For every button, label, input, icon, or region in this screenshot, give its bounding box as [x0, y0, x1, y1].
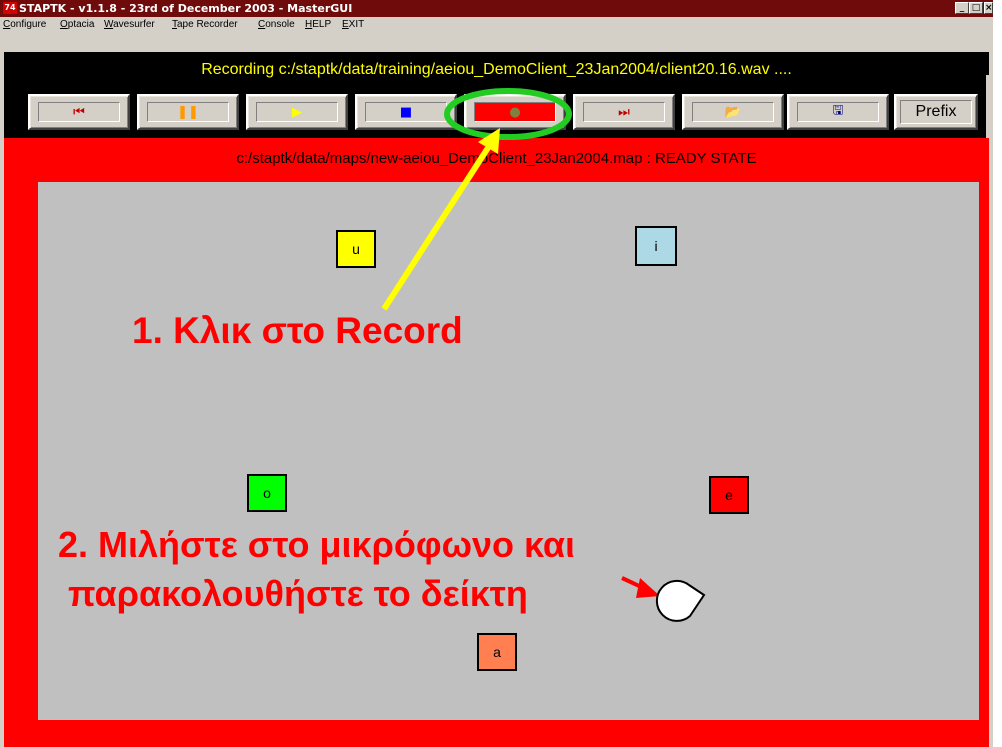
minimize-button[interactable]: _ [955, 2, 969, 14]
vowel-map-canvas[interactable]: u i o e a [38, 182, 979, 720]
vowel-a-label: a [493, 644, 501, 660]
play-button[interactable]: ▶ [246, 94, 348, 130]
rewind-button[interactable]: ⏮ [28, 94, 130, 130]
toolbar-scroll-handle[interactable] [986, 75, 993, 145]
prefix-label: Prefix [915, 103, 957, 120]
menu-configure[interactable]: Configure [3, 17, 46, 32]
vowel-u-label: u [352, 241, 360, 257]
tape-toolbar: ⏮ ❚❚ ▶ ■ ● ⏭ 📂 🖫 Prefix [4, 88, 989, 138]
menu-help[interactable]: HELP [305, 17, 331, 32]
skip-back-icon: ⏮ [73, 104, 85, 120]
step2-annotation-line2: παρακολουθήστε το δείκτη [68, 573, 528, 614]
vowel-e: e [709, 476, 749, 514]
stop-icon: ■ [399, 104, 413, 120]
vowel-o-label: o [263, 485, 271, 501]
vowel-e-label: e [725, 487, 733, 503]
menu-wavesurfer[interactable]: Wavesurfer [104, 17, 155, 32]
maximize-button[interactable]: □ [969, 2, 983, 14]
main-window: 74 STAPTK - v1.1.8 - 23rd of December 20… [0, 0, 993, 747]
map-status-line: c:/staptk/data/maps/new-aeiou_DemoClient… [4, 146, 989, 171]
pause-button[interactable]: ❚❚ [137, 94, 239, 130]
vowel-o: o [247, 474, 287, 512]
menu-exit[interactable]: EXIT [342, 17, 364, 32]
app-icon: 74 [3, 2, 17, 14]
menu-tape-recorder[interactable]: Tape Recorder [172, 17, 238, 32]
play-icon: ▶ [292, 104, 302, 120]
menu-optacia[interactable]: Optacia [60, 17, 94, 32]
menu-console[interactable]: Console [258, 17, 295, 32]
vowel-u: u [336, 230, 376, 268]
open-button[interactable]: 📂 [682, 94, 784, 130]
skip-forward-button[interactable]: ⏭ [573, 94, 675, 130]
save-button[interactable]: 🖫 [787, 94, 889, 130]
pause-icon: ❚❚ [177, 104, 199, 120]
title-bar[interactable]: 74 STAPTK - v1.1.8 - 23rd of December 20… [0, 0, 993, 17]
menu-bar: Configure Optacia Wavesurfer Tape Record… [0, 17, 993, 32]
open-folder-icon: 📂 [724, 104, 742, 120]
vowel-a: a [477, 633, 517, 671]
record-icon: ● [509, 104, 521, 120]
prefix-button[interactable]: Prefix [894, 94, 978, 130]
window-title: STAPTK - v1.1.8 - 23rd of December 2003 … [19, 2, 353, 15]
vowel-i-label: i [654, 238, 658, 254]
record-button[interactable]: ● [464, 94, 566, 130]
close-button[interactable]: × [984, 2, 993, 14]
step2-annotation-line1: 2. Μιλήστε στο μικρόφωνο και [58, 524, 576, 565]
recording-status: Recording c:/staptk/data/training/aeiou_… [4, 52, 989, 88]
save-disk-icon: 🖫 [832, 103, 844, 118]
stop-button[interactable]: ■ [355, 94, 457, 130]
step1-annotation: 1. Κλικ στο Record [132, 310, 463, 351]
skip-forward-icon: ⏭ [618, 104, 630, 120]
vowel-i: i [635, 226, 677, 266]
